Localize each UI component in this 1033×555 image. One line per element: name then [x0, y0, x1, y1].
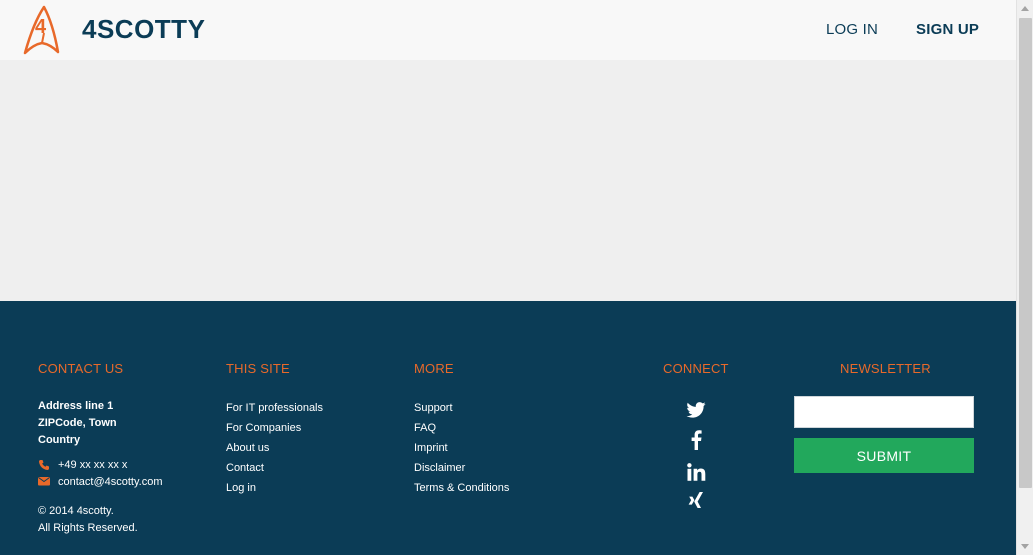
logo-text: 4SCOTTY [82, 14, 206, 44]
scrollbar-thumb[interactable] [1019, 18, 1032, 488]
link-it-professionals[interactable]: For IT professionals [226, 398, 323, 418]
more-links: Support FAQ Imprint Disclaimer Terms & C… [414, 398, 509, 498]
envelope-icon [38, 476, 52, 488]
link-log-in[interactable]: Log in [226, 478, 323, 498]
site-footer: CONTACT US THIS SITE MORE CONNECT NEWSLE… [0, 301, 1016, 555]
svg-text:4: 4 [35, 16, 47, 38]
copyright-line-1: © 2014 4scotty. [38, 505, 114, 517]
link-for-companies[interactable]: For Companies [226, 418, 323, 438]
phone-icon [38, 459, 52, 471]
connect-heading: CONNECT [663, 361, 729, 376]
signup-link[interactable]: SIGN UP [916, 21, 979, 38]
email-line: contact@4scotty.com [38, 476, 163, 488]
newsletter-submit-button[interactable]: SUBMIT [794, 438, 974, 473]
this-site-links: For IT professionals For Companies About… [226, 398, 323, 498]
main-content [0, 60, 1016, 301]
email-link[interactable]: contact@4scotty.com [58, 476, 163, 488]
phone-number: +49 xx xx xx x [58, 459, 128, 471]
newsletter-heading: NEWSLETTER [840, 361, 931, 376]
more-heading: MORE [414, 361, 454, 376]
facebook-icon[interactable] [684, 428, 708, 452]
contact-us-heading: CONTACT US [38, 361, 124, 376]
site-header: 4 4SCOTTY LOG IN SIGN UP [0, 0, 1016, 60]
address-line-2: ZIPCode, Town [38, 417, 117, 429]
link-imprint[interactable]: Imprint [414, 438, 509, 458]
link-disclaimer[interactable]: Disclaimer [414, 458, 509, 478]
vertical-scrollbar[interactable] [1016, 0, 1033, 555]
copyright-line-2: All Rights Reserved. [38, 522, 138, 534]
scroll-up-arrow-icon[interactable] [1021, 6, 1029, 11]
link-terms[interactable]: Terms & Conditions [414, 478, 509, 498]
link-about-us[interactable]: About us [226, 438, 323, 458]
this-site-heading: THIS SITE [226, 361, 290, 376]
address-line-3: Country [38, 434, 81, 446]
newsletter-email-input[interactable] [794, 396, 974, 428]
link-support[interactable]: Support [414, 398, 509, 418]
scroll-down-arrow-icon[interactable] [1021, 544, 1029, 549]
rocket-logo-icon: 4 [23, 5, 60, 55]
phone-line: +49 xx xx xx x [38, 459, 127, 471]
twitter-icon[interactable] [684, 398, 708, 422]
linkedin-icon[interactable] [684, 460, 708, 484]
login-link[interactable]: LOG IN [826, 21, 878, 38]
link-contact[interactable]: Contact [226, 458, 323, 478]
link-faq[interactable]: FAQ [414, 418, 509, 438]
address-block: Address line 1 ZIPCode, Town Country [38, 398, 117, 449]
xing-icon[interactable] [684, 490, 708, 514]
copyright: © 2014 4scotty. All Rights Reserved. [38, 503, 138, 537]
address-line-1: Address line 1 [38, 400, 114, 412]
logo-link[interactable]: 4 4SCOTTY [22, 5, 205, 57]
